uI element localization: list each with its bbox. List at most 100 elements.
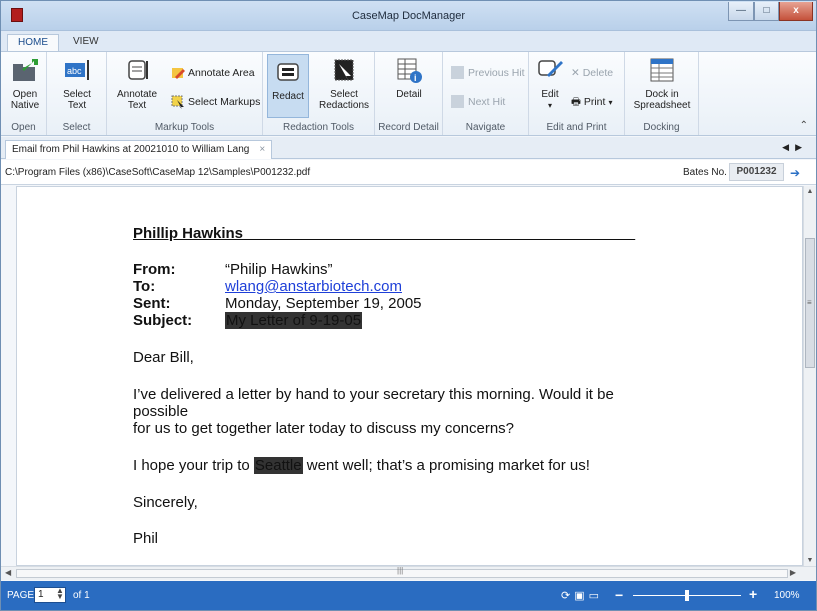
group-select: abc Select Text Select (47, 52, 107, 135)
edit-icon (535, 55, 565, 85)
scroll-grip-icon: ≡ (807, 298, 812, 307)
delete-button[interactable]: ✕ Delete (571, 64, 613, 82)
group-redaction-tools-label: Redaction Tools (283, 122, 354, 133)
select-text-label: Select Text (63, 89, 91, 111)
paragraph-1-line-1: I’ve delivered a letter by hand to your … (133, 386, 614, 403)
select-markups-icon (171, 95, 184, 109)
group-docking: Dock in Spreadsheet Docking (625, 52, 699, 135)
close-tab-icon[interactable]: × (259, 144, 265, 155)
dock-in-spreadsheet-button[interactable]: Dock in Spreadsheet (631, 55, 693, 111)
greeting: Dear Bill, (133, 349, 194, 366)
edit-dropdown-icon[interactable]: ▾ (533, 100, 567, 111)
maximize-button[interactable]: □ (754, 2, 779, 21)
scroll-down-icon[interactable]: ▼ (804, 557, 816, 564)
from-label: From: (133, 261, 176, 278)
view-tool-icons[interactable]: ⟳▣▭ (561, 589, 603, 602)
group-navigate-label: Navigate (465, 122, 506, 133)
print-dropdown-icon[interactable]: ▾ (608, 98, 612, 107)
paragraph-2-start: I hope your trip to (133, 457, 254, 474)
document-viewer[interactable]: Phillip Hawkins_________________________… (16, 186, 803, 566)
document-tab-label: Email from Phil Hawkins at 20021010 to W… (12, 144, 250, 155)
detail-button[interactable]: i Detail (387, 55, 431, 100)
select-redactions-button[interactable]: Select Redactions (317, 55, 371, 111)
horizontal-scrollbar[interactable]: ◀ ||| ▶ (1, 566, 816, 580)
close-window-button[interactable]: x (779, 2, 813, 21)
bates-number: P001232 (729, 163, 784, 181)
group-open-label: Open (11, 122, 36, 133)
ribbon: Open Native Open abc Select Text Select … (1, 51, 816, 136)
page-label: PAGE (7, 590, 35, 601)
file-path: C:\Program Files (x86)\CaseSoft\CaseMap … (5, 167, 311, 178)
print-label: Print (583, 96, 606, 108)
select-text-button[interactable]: abc Select Text (57, 55, 97, 111)
window-title: CaseMap DocManager (351, 10, 466, 22)
scroll-left-icon[interactable]: ◀ (5, 568, 11, 577)
seattle-redaction[interactable]: Seattle (253, 457, 303, 474)
select-redactions-icon (329, 55, 359, 85)
group-edit-and-print: Edit ▾ ✕ Delete 🖶 Print ▾ Edit and Print (529, 52, 625, 135)
vertical-scrollbar[interactable]: ▲ ≡ ▼ (803, 186, 816, 566)
annotate-text-label: Annotate Text (116, 89, 158, 111)
document-tab[interactable]: Email from Phil Hawkins at 20021010 to W… (5, 140, 273, 159)
document-heading: Phillip Hawkins_________________________… (133, 225, 635, 242)
signature: Phil (133, 530, 159, 547)
zoom-in-button[interactable]: + (749, 586, 757, 602)
dock-in-spreadsheet-label: Dock in Spreadsheet (633, 89, 691, 111)
app-window: CaseMap DocManager — □ x HOME VIEW Open … (0, 0, 817, 611)
group-select-label: Select (62, 122, 91, 133)
to-email-link[interactable]: wlang@anstarbiotech.com (225, 278, 402, 295)
next-hit-label: Next Hit (468, 96, 506, 108)
minimize-button[interactable]: — (728, 2, 754, 21)
from-value: “Philip Hawkins” (225, 261, 333, 278)
select-markups-label: Select Markups (188, 96, 261, 108)
zoom-percent: 100% (774, 590, 800, 601)
zoom-slider-thumb[interactable] (685, 590, 689, 601)
annotate-text-button[interactable]: Annotate Text (115, 55, 159, 111)
previous-hit-button[interactable]: Previous Hit (451, 64, 525, 82)
open-native-button[interactable]: Open Native (5, 55, 45, 111)
annotate-area-label: Annotate Area (188, 67, 255, 79)
redact-label: Redact (272, 91, 304, 102)
svg-text:i: i (414, 73, 417, 83)
annotate-area-button[interactable]: Annotate Area (171, 64, 255, 82)
pin-icon[interactable]: ➔ (790, 166, 800, 180)
scroll-up-icon[interactable]: ▲ (804, 188, 816, 195)
detail-icon: i (394, 55, 424, 85)
previous-arrow-icon (451, 65, 464, 79)
group-record-detail-label: Record Detail (378, 122, 439, 133)
sent-label: Sent: (133, 295, 171, 312)
ribbon-tabs: HOME VIEW (1, 31, 816, 51)
tab-scroll-arrows[interactable]: ◀▶ (782, 142, 808, 153)
zoom-out-button[interactable]: − (615, 587, 623, 603)
select-markups-button[interactable]: Select Markups (171, 93, 260, 111)
pencil-icon (171, 66, 185, 79)
to-label: To: (133, 278, 156, 295)
spreadsheet-icon (647, 55, 677, 85)
group-open: Open Native Open (1, 52, 47, 135)
path-bar: C:\Program Files (x86)\CaseSoft\CaseMap … (1, 160, 816, 185)
group-record-detail: i Detail Record Detail (375, 52, 443, 135)
previous-hit-label: Previous Hit (468, 67, 525, 79)
group-docking-label: Docking (643, 122, 680, 133)
edit-button[interactable]: Edit ▾ (533, 55, 567, 111)
delete-icon: ✕ (571, 67, 583, 79)
subject-label: Subject: (133, 312, 193, 329)
closing: Sincerely, (133, 494, 198, 511)
scroll-right-icon[interactable]: ▶ (790, 568, 796, 577)
paragraph-1-line-3: for us to get together later today to di… (133, 420, 515, 437)
page-count: of 1 (73, 590, 90, 601)
annotate-text-icon (122, 55, 152, 85)
page-spinner[interactable]: ▲ ▼ (56, 587, 64, 601)
redact-button[interactable]: Redact (267, 54, 309, 118)
collapse-ribbon-icon[interactable]: ⌃ (800, 120, 808, 131)
edit-label: Edit (541, 89, 559, 100)
subject-redaction[interactable]: My Letter of 9-19-05 (225, 312, 363, 329)
group-navigate: Previous Hit Next Hit Navigate (443, 52, 529, 135)
print-button[interactable]: 🖶 Print ▾ (571, 93, 612, 111)
tab-home[interactable]: HOME (7, 34, 59, 51)
next-hit-button[interactable]: Next Hit (451, 93, 505, 111)
tab-view[interactable]: VIEW (63, 34, 109, 51)
printer-icon: 🖶 (571, 96, 584, 108)
heading-name: Phillip Hawkins (133, 225, 244, 242)
document-tabs: Email from Phil Hawkins at 20021010 to W… (1, 137, 816, 159)
